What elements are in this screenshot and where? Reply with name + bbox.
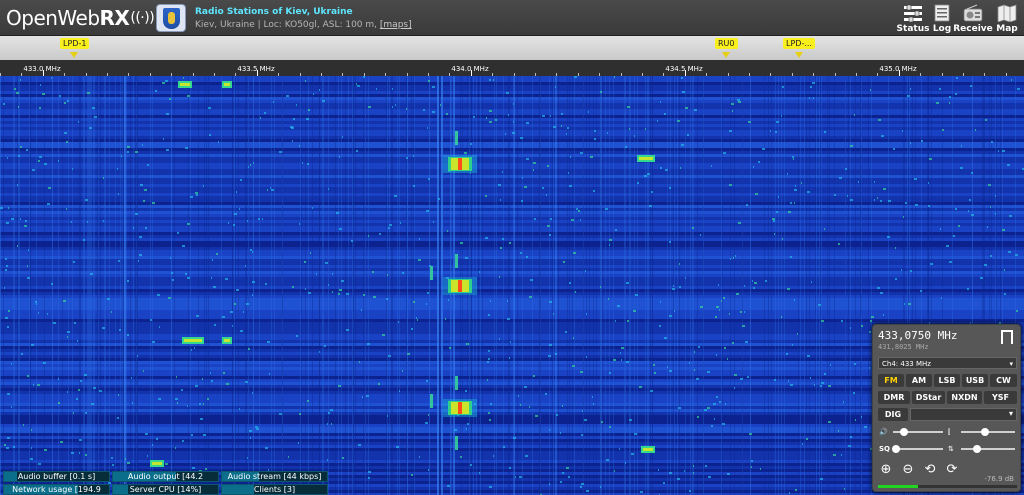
mode-fm-button[interactable]: FM — [878, 374, 904, 387]
zoom-in-max-icon[interactable]: ⟲ — [922, 462, 938, 478]
sliders-icon — [904, 4, 922, 22]
clients-bar: Clients [3] — [221, 484, 328, 495]
logo-text-rx: RX — [99, 6, 130, 30]
radio-icon — [963, 4, 983, 22]
log-label: Log — [932, 24, 952, 34]
mode-am-button[interactable]: AM — [906, 374, 932, 387]
squelch-slider-knob[interactable] — [891, 445, 900, 453]
logo-text-web: Web — [57, 6, 100, 30]
digital-mode-select[interactable] — [910, 408, 1017, 421]
audio-output-text: Audio output [44.2 — [127, 472, 204, 481]
bookmark-ru0[interactable]: RU0 — [715, 38, 738, 49]
log-icon — [934, 4, 950, 22]
bookmark-icon[interactable] — [1001, 330, 1013, 345]
volume-icon: 🔊 — [879, 428, 888, 436]
receiver-location: Kiev, Ukraine | Loc: KO50gl, ASL: 100 m, — [195, 20, 378, 30]
zoom-out-max-icon[interactable]: ⟳ — [944, 462, 960, 478]
clients-text: Clients [3] — [253, 485, 296, 494]
coat-of-arms-icon — [163, 8, 180, 29]
logo-text-open: Open — [6, 6, 58, 30]
receive-button[interactable]: Receive — [952, 4, 994, 34]
scale-label: 434.5 MHz — [665, 65, 703, 73]
gain-slider-knob[interactable] — [973, 445, 982, 453]
map-icon — [997, 4, 1017, 22]
receiver-panel: 433,0750 MHz 431,8025 MHz Ch4: 433 MHz F… — [872, 324, 1021, 492]
audio-buffer-bar: Audio buffer [0.1 s] — [3, 471, 110, 482]
frequency-offset-display: 431,8025 MHz — [878, 343, 929, 351]
bookmark-marker — [722, 52, 730, 58]
zoom-in-icon[interactable]: ⊕ — [878, 462, 894, 478]
bookmark-lpd-1[interactable]: LPD-1 — [60, 38, 90, 49]
audio-buffer-text: Audio buffer [0.1 s] — [17, 472, 96, 481]
map-button[interactable]: Map — [990, 4, 1024, 34]
maps-link[interactable]: [maps] — [380, 20, 412, 30]
bookmark-lpd-more[interactable]: LPD-... — [783, 38, 815, 49]
scale-label: 433.0 MHz — [23, 65, 61, 73]
receive-label: Receive — [953, 24, 993, 34]
volume-slider-knob[interactable] — [900, 428, 908, 436]
server-cpu-text: Server CPU [14%] — [129, 485, 202, 494]
frequency-scale[interactable]: 433.0 MHz 433.5 MHz 434.0 MHz 434.5 MHz … — [0, 60, 1024, 76]
receiver-avatar[interactable] — [156, 4, 186, 32]
scale-label: 434.0 MHz — [451, 65, 489, 73]
receiver-description: Kiev, Ukraine | Loc: KO50gl, ASL: 100 m,… — [195, 20, 412, 30]
top-bar: OpenWebRX((·)) Radio Stations of Kiev, U… — [0, 0, 1024, 36]
bookmarks-bar: LPD-1 RU0 LPD-... — [0, 36, 1024, 60]
preset-select[interactable]: Ch4: 433 MHz — [878, 357, 1017, 370]
smeter-fill — [878, 485, 919, 488]
server-cpu-bar: Server CPU [14%] — [112, 484, 219, 495]
waterfall-display[interactable] — [0, 76, 1024, 495]
audio-stream-text: Audio stream [44 kbps] — [227, 472, 322, 481]
noise-reduction-icon[interactable]: ⫿ — [948, 427, 950, 437]
mode-dig-button[interactable]: DIG — [878, 408, 908, 421]
smeter-bar — [878, 485, 1017, 488]
radio-waves-icon: ((·)) — [130, 10, 155, 26]
mode-usb-button[interactable]: USB — [962, 374, 988, 387]
openwebrx-logo[interactable]: OpenWebRX((·)) — [6, 6, 155, 30]
smeter-value: -76.9 dB — [984, 475, 1014, 483]
bookmark-marker — [70, 52, 78, 58]
frequency-display[interactable]: 433,0750 MHz — [878, 329, 957, 342]
audio-stream-bar: Audio stream [44 kbps] — [221, 471, 328, 482]
bookmark-marker — [795, 52, 803, 58]
mode-dstar-button[interactable]: DStar — [912, 391, 945, 404]
scale-label: 435.0 MHz — [879, 65, 917, 73]
receiver-title: Radio Stations of Kiev, Ukraine — [195, 7, 353, 17]
gain-icon[interactable]: ⇅ — [948, 444, 954, 454]
squelch-slider[interactable] — [893, 448, 943, 450]
gain-slider[interactable] — [961, 448, 1015, 450]
mode-nxdn-button[interactable]: NXDN — [947, 391, 982, 404]
mode-dmr-button[interactable]: DMR — [878, 391, 910, 404]
waterfall-canvas — [0, 76, 1024, 495]
zoom-out-icon[interactable]: ⊖ — [900, 462, 916, 478]
openwebrx-app: OpenWebRX((·)) Radio Stations of Kiev, U… — [0, 0, 1024, 495]
audio-output-bar: Audio output [44.2 — [112, 471, 219, 482]
mode-ysf-button[interactable]: YSF — [984, 391, 1017, 404]
mode-cw-button[interactable]: CW — [990, 374, 1017, 387]
network-usage-text: Network usage [194.9 — [12, 485, 101, 494]
scale-label: 433.5 MHz — [237, 65, 275, 73]
mode-lsb-button[interactable]: LSB — [934, 374, 960, 387]
squelch-icon: SQ — [879, 445, 890, 453]
network-usage-bar: Network usage [194.9 — [3, 484, 110, 495]
map-label: Map — [996, 24, 1018, 34]
noise-reduction-slider-knob[interactable] — [981, 428, 990, 436]
